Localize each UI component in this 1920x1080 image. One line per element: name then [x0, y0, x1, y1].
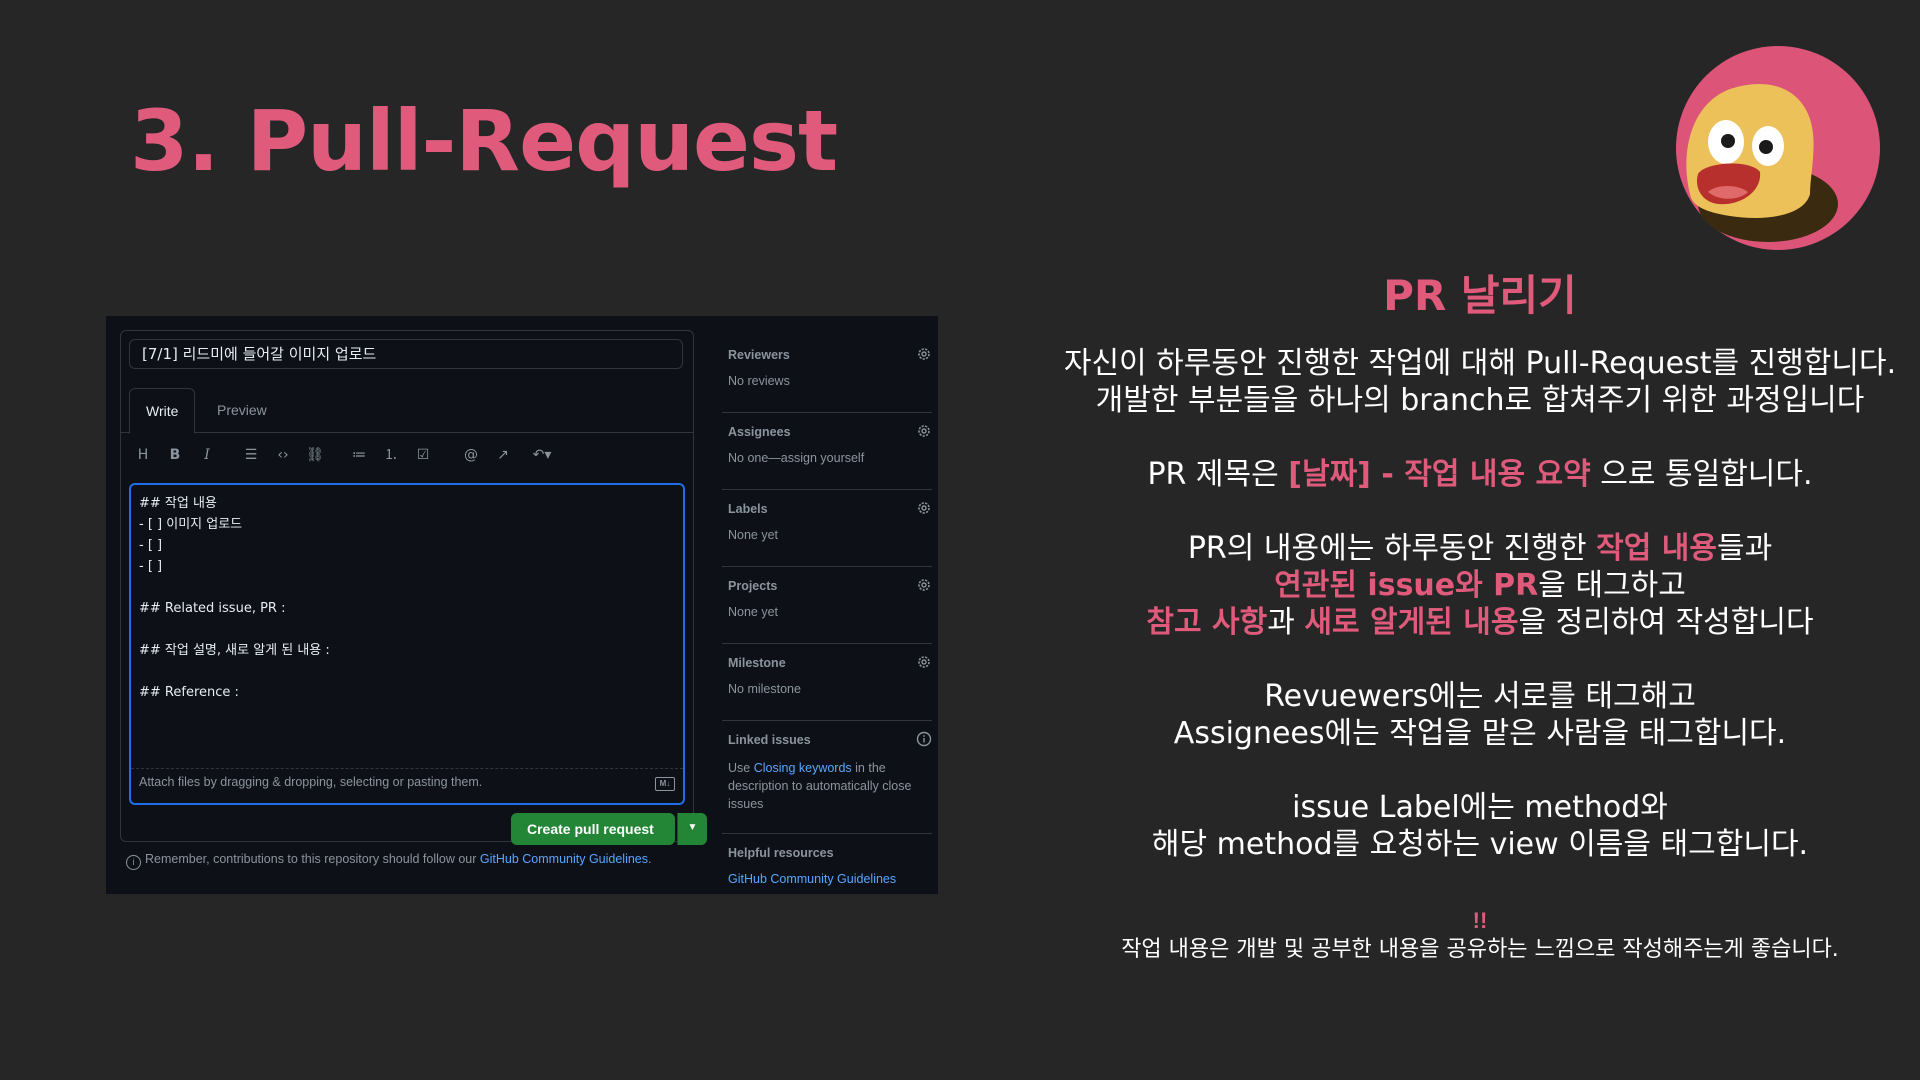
mention-icon[interactable]: @ — [459, 443, 483, 467]
reviewers-rule-line-2: Assignees에는 작업을 맡은 사람을 태그합니다. — [1173, 716, 1787, 751]
markdown-toolbar: H B I ☰ ‹› ⛓ ≔ ⒈ ☑ @ ↗ ↶▾ — [131, 443, 691, 467]
content-rule-hl-issue: 연관된 issue와 PR — [1274, 568, 1539, 603]
assignees-label[interactable]: Assignees — [728, 425, 791, 439]
notice-period: . — [648, 852, 652, 866]
sidebar-milestone: Milestone No milestone — [722, 644, 932, 721]
closing-keywords-link[interactable]: Closing keywords — [754, 761, 852, 775]
gear-icon[interactable] — [916, 654, 932, 670]
helpful-resources-label: Helpful resources — [728, 846, 834, 860]
sidebar-reviewers: Reviewers No reviews — [722, 336, 932, 413]
paragraph-label-rule: issue Label에는 method와 해당 method를 요청하는 vi… — [1040, 789, 1920, 863]
content-rule-c: 을 태그하고 — [1538, 568, 1686, 603]
helpful-guidelines-link[interactable]: GitHub Community Guidelines — [728, 872, 896, 886]
warning-mark: !! — [1472, 908, 1488, 933]
projects-label[interactable]: Projects — [728, 579, 777, 593]
reviewers-value: No reviews — [728, 374, 790, 388]
sidebar-assignees: Assignees No one—assign yourself — [722, 413, 932, 490]
content-rule-hl-learned: 새로 알게된 내용 — [1304, 605, 1519, 640]
gear-icon[interactable] — [916, 500, 932, 516]
bulleted-list-icon[interactable]: ≔ — [347, 443, 371, 467]
pr-form: [7/1] 리드미에 들어갈 이미지 업로드 Write Preview H B… — [120, 330, 707, 845]
reviewers-label[interactable]: Reviewers — [728, 348, 790, 362]
notice-text: Remember, contributions to this reposito… — [145, 852, 480, 866]
code-icon[interactable]: ‹› — [271, 443, 295, 467]
numbered-list-icon[interactable]: ⒈ — [379, 443, 403, 467]
task-list-icon[interactable]: ☑ — [411, 443, 435, 467]
content-rule-b: 들과 — [1716, 531, 1773, 566]
title-rule-post: 으로 통일합니다. — [1590, 457, 1813, 492]
intro-line-2: 개발한 부분들을 하나의 branch로 합쳐주기 위한 과정입니다 — [1095, 383, 1865, 418]
info-icon[interactable] — [916, 731, 932, 747]
title-rule-format: [날짜] - 작업 내용 요약 — [1288, 457, 1591, 492]
linked-issues-label: Linked issues — [728, 733, 811, 747]
pr-sidebar: Reviewers No reviews Assignees No one—as… — [722, 336, 932, 904]
pr-body-editor[interactable]: ## 작업 내용 - [ ] 이미지 업로드 - [ ] - [ ] ## Re… — [129, 483, 685, 805]
paragraph-reviewers-rule: Revuewers에는 서로를 태그해고 Assignees에는 작업을 맡은 … — [1040, 678, 1920, 752]
pr-title-input[interactable]: [7/1] 리드미에 들어갈 이미지 업로드 — [129, 339, 683, 369]
gear-icon[interactable] — [916, 577, 932, 593]
github-pr-screenshot: [7/1] 리드미에 들어갈 이미지 업로드 Write Preview H B… — [106, 316, 938, 894]
explanation-heading: PR 날리기 — [1383, 271, 1577, 320]
content-rule-hl-work: 작업 내용 — [1596, 531, 1717, 566]
paragraph-content-rule: PR의 내용에는 하루동안 진행한 작업 내용들과 연관된 issue와 PR을… — [1040, 530, 1920, 641]
editor-tabs: Write Preview — [121, 388, 693, 434]
community-guidelines-link[interactable]: GitHub Community Guidelines — [480, 852, 648, 866]
content-rule-a: PR의 내용에는 하루동안 진행한 — [1187, 531, 1597, 566]
paragraph-intro: 자신이 하루동안 진행한 작업에 대해 Pull-Request를 진행합니다.… — [1040, 345, 1920, 419]
linked-issues-description: Use Closing keywords in the description … — [728, 759, 928, 813]
attach-files-hint[interactable]: Attach files by dragging & dropping, sel… — [139, 775, 482, 789]
cross-reference-icon[interactable]: ↗ — [491, 443, 515, 467]
tab-preview[interactable]: Preview — [201, 388, 283, 432]
assignees-value[interactable]: No one—assign yourself — [728, 451, 864, 465]
pr-body-textarea[interactable]: ## 작업 내용 - [ ] 이미지 업로드 - [ ] - [ ] ## Re… — [131, 485, 683, 769]
content-rule-hl-notes: 참고 사항 — [1146, 605, 1268, 640]
milestone-value: No milestone — [728, 682, 801, 696]
chevron-down-icon: ▼ — [687, 822, 698, 833]
sidebar-helpful-resources: Helpful resources GitHub Community Guide… — [722, 834, 932, 904]
info-icon: i — [126, 855, 141, 870]
linked-desc-prefix: Use — [728, 761, 754, 775]
undo-icon[interactable]: ↶▾ — [525, 443, 559, 467]
bold-icon[interactable]: B — [163, 443, 187, 467]
contribution-notice: i Remember, contributions to this reposit… — [126, 852, 652, 870]
slide-title: 3. Pull-Request — [130, 92, 838, 190]
projects-value: None yet — [728, 605, 779, 619]
explanation-panel: PR 날리기 자신이 하루동안 진행한 작업에 대해 Pull-Request를… — [1040, 262, 1920, 965]
intro-line-1: 자신이 하루동안 진행한 작업에 대해 Pull-Request를 진행합니다. — [1063, 346, 1897, 381]
closing-note: 작업 내용은 개발 및 공부한 내용을 공유하는 느낌으로 작성해주는게 좋습니… — [1121, 937, 1839, 962]
gear-icon[interactable] — [916, 423, 932, 439]
create-options-dropdown[interactable]: ▼ — [677, 813, 707, 845]
sidebar-linked-issues: Linked issues Use Closing keywords in th… — [722, 721, 932, 834]
label-rule-line-2: 해당 method를 요청하는 view 이름을 태그합니다. — [1151, 827, 1809, 862]
link-icon[interactable]: ⛓ — [303, 443, 327, 467]
title-rule-pre: PR 제목은 — [1147, 457, 1289, 492]
label-rule-line-1: issue Label에는 method와 — [1292, 790, 1668, 825]
create-pull-request-button[interactable]: Create pull request — [511, 813, 675, 845]
content-rule-d: 과 — [1267, 605, 1305, 640]
gear-icon[interactable] — [916, 346, 932, 362]
reviewers-rule-line-1: Revuewers에는 서로를 태그해고 — [1264, 679, 1696, 714]
heading-icon[interactable]: H — [131, 443, 155, 467]
mascot-illustration — [1676, 46, 1880, 250]
labels-value: None yet — [728, 528, 779, 542]
sidebar-labels: Labels None yet — [722, 490, 932, 567]
markdown-icon: M↓ — [655, 777, 675, 791]
quote-icon[interactable]: ☰ — [239, 443, 263, 467]
milestone-label[interactable]: Milestone — [728, 656, 786, 670]
content-rule-e: 을 정리하여 작성합니다 — [1518, 605, 1814, 640]
italic-icon[interactable]: I — [195, 443, 219, 467]
paragraph-title-rule: PR 제목은 [날짜] - 작업 내용 요약 으로 통일합니다. — [1040, 456, 1920, 493]
tab-write[interactable]: Write — [129, 388, 196, 434]
sidebar-projects: Projects None yet — [722, 567, 932, 644]
labels-label[interactable]: Labels — [728, 502, 768, 516]
